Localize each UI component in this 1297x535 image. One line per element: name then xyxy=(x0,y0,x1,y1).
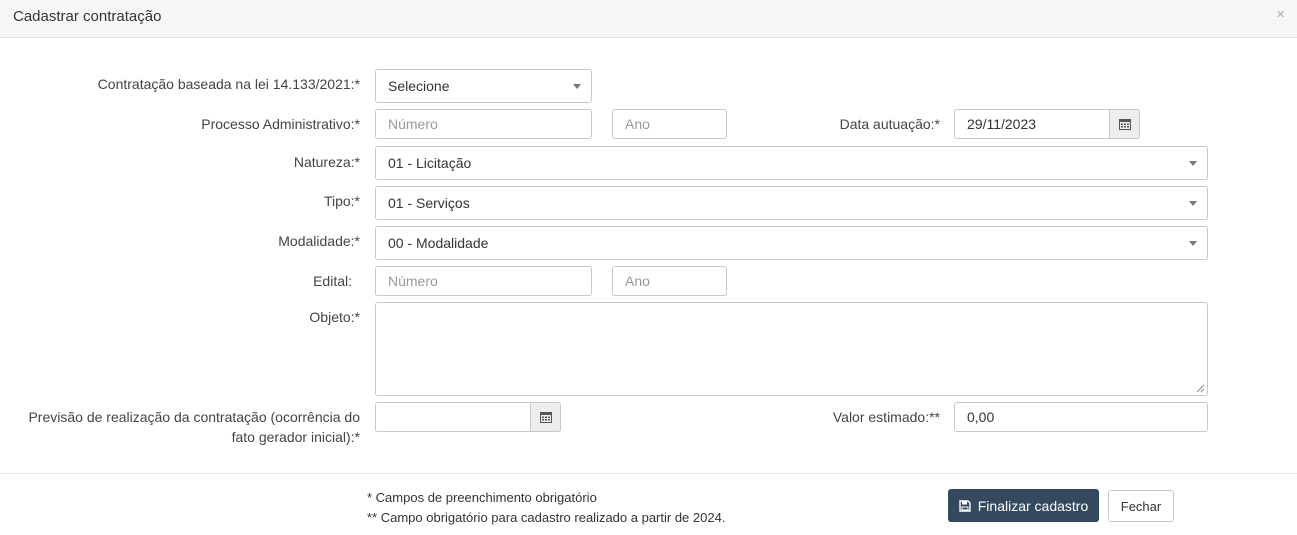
finalizar-cadastro-label: Finalizar cadastro xyxy=(977,497,1089,514)
lei-select[interactable]: Selecione xyxy=(375,69,592,103)
chevron-down-icon xyxy=(1189,241,1197,246)
fechar-label: Fechar xyxy=(1120,498,1162,514)
processo-ano-input[interactable]: Ano xyxy=(612,109,727,139)
lei-select-value: Selecione xyxy=(388,78,450,94)
natureza-select-value: 01 - Licitação xyxy=(388,155,472,171)
lei-label: Contratação baseada na lei 14.133/2021:* xyxy=(97,76,360,92)
footer-note-required: * Campos de preenchimento obrigatório xyxy=(367,490,597,505)
edital-numero-input[interactable]: Número xyxy=(375,266,592,296)
modal-title: Cadastrar contratação xyxy=(13,8,162,25)
modalidade-label: Modalidade:* xyxy=(278,233,360,249)
data-autuacao-input[interactable]: 29/11/2023 xyxy=(954,109,1110,139)
valor-estimado-label: Valor estimado:** xyxy=(832,409,940,425)
close-icon[interactable]: × xyxy=(1276,6,1285,23)
edital-label: Edital: xyxy=(313,273,352,289)
objeto-label: Objeto:* xyxy=(309,309,360,325)
calendar-icon xyxy=(1118,119,1131,130)
objeto-textarea[interactable] xyxy=(375,302,1208,396)
data-autuacao-label: Data autuação:* xyxy=(839,116,940,132)
previsao-label-line1: Previsão de realização da contratação (o… xyxy=(28,409,360,425)
edital-numero-placeholder: Número xyxy=(388,273,438,289)
processo-numero-input[interactable]: Número xyxy=(375,109,592,139)
previsao-label: Previsão de realização da contratação (o… xyxy=(0,407,360,447)
edital-ano-input[interactable]: Ano xyxy=(612,266,727,296)
modalidade-select-value: 00 - Modalidade xyxy=(388,235,489,251)
processo-ano-placeholder: Ano xyxy=(625,116,650,132)
chevron-down-icon xyxy=(573,84,581,89)
calendar-icon xyxy=(539,412,552,423)
natureza-label: Natureza:* xyxy=(293,154,360,170)
chevron-down-icon xyxy=(1189,161,1197,166)
footer-divider xyxy=(0,473,1297,474)
edital-ano-placeholder: Ano xyxy=(625,273,650,289)
data-autuacao-value: 29/11/2023 xyxy=(967,116,1037,132)
finalizar-cadastro-button[interactable]: Finalizar cadastro xyxy=(948,489,1099,522)
tipo-select[interactable]: 01 - Serviços xyxy=(375,186,1208,220)
previsao-date-input[interactable] xyxy=(375,402,531,432)
resize-handle-icon[interactable] xyxy=(1196,384,1205,393)
natureza-select[interactable]: 01 - Licitação xyxy=(375,146,1208,180)
modalidade-select[interactable]: 00 - Modalidade xyxy=(375,226,1208,260)
processo-numero-placeholder: Número xyxy=(388,116,438,132)
data-autuacao-calendar-button[interactable] xyxy=(1109,109,1140,139)
tipo-label: Tipo:* xyxy=(323,193,360,209)
valor-estimado-input[interactable]: 0,00 xyxy=(954,402,1208,432)
save-icon xyxy=(959,499,971,512)
previsao-calendar-button[interactable] xyxy=(530,402,561,432)
processo-label: Processo Administrativo:* xyxy=(201,116,360,132)
tipo-select-value: 01 - Serviços xyxy=(388,195,470,211)
modal-header: Cadastrar contratação × xyxy=(0,0,1297,38)
footer-note-2024: ** Campo obrigatório para cadastro reali… xyxy=(367,510,726,525)
chevron-down-icon xyxy=(1189,201,1197,206)
valor-estimado-value: 0,00 xyxy=(967,409,995,425)
previsao-label-line2: fato gerador inicial):* xyxy=(231,429,360,445)
fechar-button[interactable]: Fechar xyxy=(1108,490,1174,522)
